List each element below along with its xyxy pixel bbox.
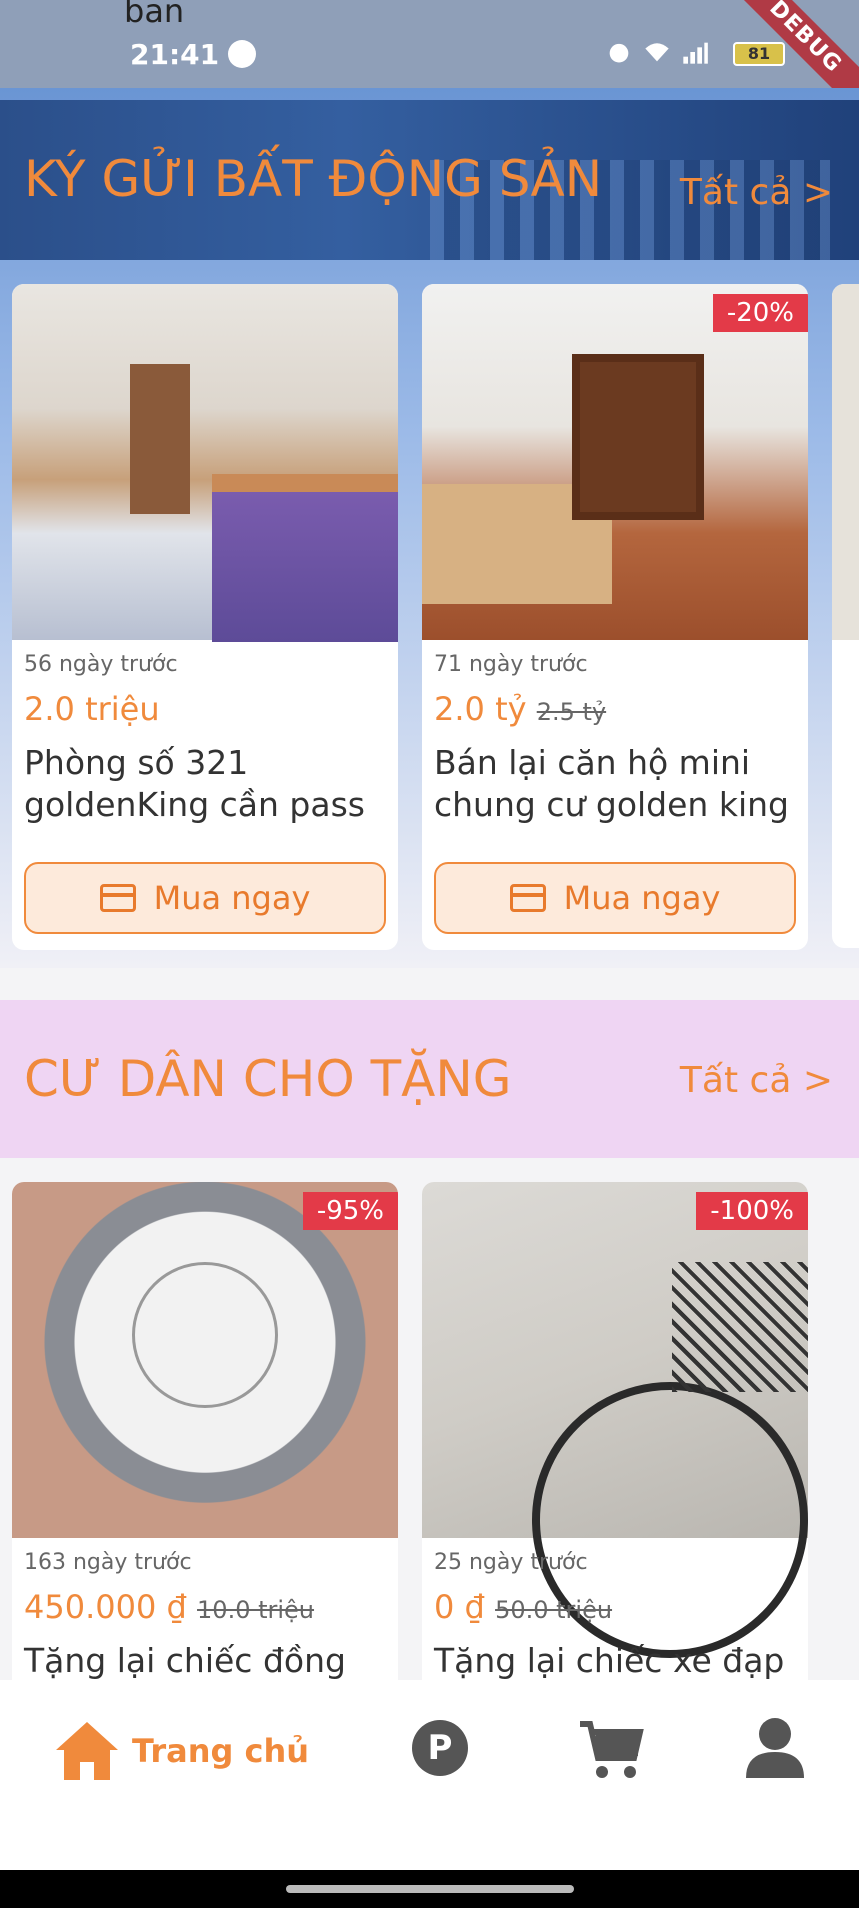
product-name: Tặng lại chiếc xe đạp	[434, 1641, 785, 1680]
old-price: 2.5 tỷ	[536, 698, 607, 726]
discount-badge: -20%	[712, 294, 808, 332]
nav-home-tab[interactable]: Trang chủ	[54, 1720, 309, 1782]
product-card[interactable]: 56 ngày trước 2.0 triệu Phòng số 321 gol…	[12, 284, 398, 950]
posted-ago: 56 ngày trước	[24, 652, 178, 677]
product-price: 2.0 triệu	[24, 690, 160, 728]
product-name: Bán lại căn hộ mini chung cư golden king	[434, 743, 789, 824]
posted-ago: 163 ngày trước	[24, 1550, 192, 1575]
credit-card-icon	[99, 884, 136, 912]
nav-profile-tab[interactable]	[744, 1716, 806, 1784]
home-icon	[56, 1722, 118, 1780]
real-estate-see-all-link[interactable]: Tất cả >	[680, 172, 833, 213]
discount-badge: -95%	[302, 1192, 398, 1230]
system-icons	[605, 38, 709, 66]
real-estate-section: KÝ GỬI BẤT ĐỘNG SẢN Tất cả > 56 ngày trư…	[0, 88, 859, 968]
buy-now-label: Mua ngay	[563, 879, 721, 917]
signal-icon	[683, 42, 708, 64]
cart-icon	[580, 1721, 644, 1778]
product-photo	[422, 284, 808, 640]
product-card[interactable]: -20% 71 ngày trước 2.0 tỷ 2.5 tỷ Bán lại…	[422, 284, 808, 950]
gesture-bar	[0, 1870, 859, 1908]
status-top-text: ban	[124, 0, 185, 30]
product-name: Phòng số 321 goldenKing cần pass	[24, 743, 365, 824]
nav-home-label: Trang chủ	[132, 1732, 310, 1770]
product-card-peek[interactable]	[832, 284, 859, 948]
product-price: 0 ₫ 50.0 triệu	[434, 1588, 612, 1626]
product-photo	[12, 284, 398, 642]
buy-now-label: Mua ngay	[153, 879, 311, 917]
battery-icon: 81	[733, 42, 785, 66]
gift-card[interactable]: -100% 25 ngày trước 0 ₫ 50.0 triệu Tặng …	[422, 1182, 808, 1702]
old-price: 10.0 triệu	[197, 1596, 315, 1624]
current-price: 2.0 triệu	[24, 690, 160, 728]
posted-ago: 71 ngày trước	[434, 652, 588, 677]
alarm-icon	[609, 43, 629, 63]
product-photo	[12, 1182, 398, 1538]
nav-cart-tab[interactable]	[578, 1720, 644, 1784]
parking-icon[interactable]: P	[412, 1720, 468, 1776]
status-time: 21:41	[130, 38, 220, 71]
buy-now-button[interactable]: Mua ngay	[434, 862, 796, 934]
current-price: 2.0 tỷ	[434, 690, 527, 728]
discount-badge: -100%	[696, 1192, 808, 1230]
home-indicator[interactable]	[286, 1885, 574, 1893]
gifts-title: CƯ DÂN CHO TẶNG	[24, 1050, 512, 1108]
product-photo	[422, 1182, 808, 1658]
real-estate-title: KÝ GỬI BẤT ĐỘNG SẢN	[24, 150, 603, 208]
product-price: 2.0 tỷ 2.5 tỷ	[434, 690, 606, 728]
old-price: 50.0 triệu	[495, 1596, 613, 1624]
status-bar: ban 21:41 81 DEBUG	[0, 0, 859, 120]
user-icon	[746, 1718, 804, 1778]
real-estate-banner: KÝ GỬI BẤT ĐỘNG SẢN Tất cả >	[0, 100, 859, 260]
product-price: 450.000 ₫ 10.0 triệu	[24, 1588, 314, 1626]
gifts-section-header: CƯ DÂN CHO TẶNG Tất cả >	[0, 1000, 859, 1158]
credit-card-icon	[509, 884, 546, 912]
messenger-icon	[228, 40, 256, 68]
current-price: 450.000 ₫	[24, 1588, 187, 1626]
buy-now-button[interactable]: Mua ngay	[24, 862, 386, 934]
posted-ago: 25 ngày trước	[434, 1550, 588, 1575]
current-price: 0 ₫	[434, 1588, 485, 1626]
product-photo	[832, 284, 859, 640]
bottom-navigation: Trang chủ P	[0, 1680, 859, 1870]
gifts-see-all-link[interactable]: Tất cả >	[680, 1060, 833, 1101]
gift-card[interactable]: -95% 163 ngày trước 450.000 ₫ 10.0 triệu…	[12, 1182, 398, 1702]
wifi-icon	[645, 43, 669, 62]
